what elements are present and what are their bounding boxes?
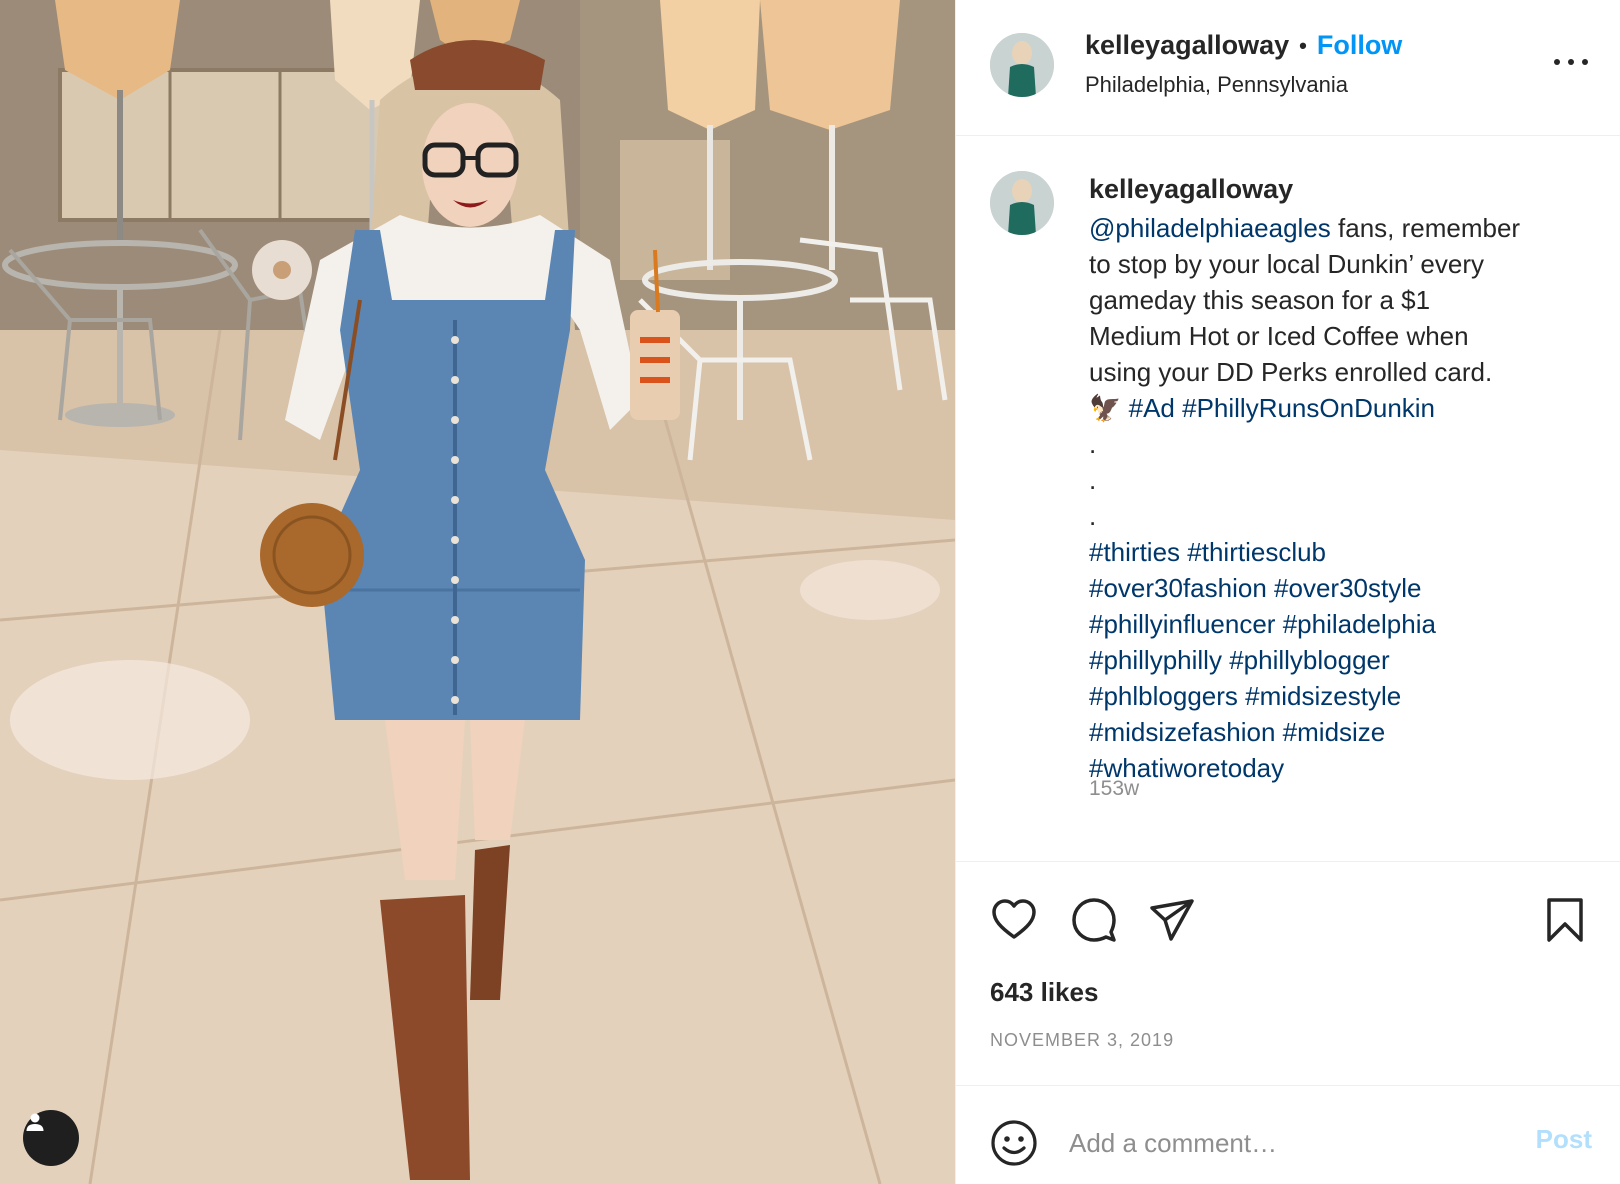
follow-button[interactable]: Follow: [1317, 30, 1402, 61]
caption-dot: .: [1089, 465, 1097, 495]
header-separator: •: [1299, 32, 1307, 58]
hashtag-link[interactable]: #over30fashion: [1089, 573, 1267, 603]
action-bar: 643 likes NOVEMBER 3, 2019: [956, 862, 1620, 1086]
bookmark-icon: [1547, 898, 1583, 942]
hashtag-link[interactable]: #phillyphilly: [1089, 645, 1222, 675]
post-header: kelleyagalloway • Follow Philadelphia, P…: [956, 0, 1620, 136]
hashtag-link[interactable]: #over30style: [1274, 573, 1421, 603]
caption-line: gameday this season for a $1: [1089, 285, 1431, 315]
caption-line: Medium Hot or Iced Coffee when: [1089, 321, 1469, 351]
like-button[interactable]: [990, 896, 1038, 944]
likes-count[interactable]: 643 likes: [990, 977, 1098, 1008]
caption-dot: .: [1089, 501, 1097, 531]
caption-avatar[interactable]: [990, 171, 1054, 235]
post-photo[interactable]: [0, 0, 955, 1184]
post-comment-button[interactable]: Post: [1536, 1124, 1592, 1155]
mention-link[interactable]: @philadelphiaeagles: [1089, 213, 1331, 243]
hashtag-link[interactable]: #phillyblogger: [1229, 645, 1389, 675]
hashtag-link[interactable]: #philadelphia: [1283, 609, 1436, 639]
caption-area: kelleyagalloway @philadelphiaeagles fans…: [956, 136, 1620, 862]
hashtag-link[interactable]: #phillyinfluencer: [1089, 609, 1275, 639]
share-icon: [1150, 899, 1194, 941]
hashtag-link[interactable]: #thirties: [1089, 537, 1180, 567]
hashtag-link[interactable]: #midsizestyle: [1245, 681, 1401, 711]
hashtag-link[interactable]: #midsize: [1283, 717, 1386, 747]
caption-username[interactable]: kelleyagalloway: [1089, 174, 1293, 205]
emoji-button[interactable]: [990, 1119, 1038, 1167]
more-icon: [1554, 59, 1560, 65]
caption-text: @philadelphiaeagles fans, remember to st…: [1089, 210, 1579, 786]
author-username[interactable]: kelleyagalloway: [1085, 30, 1289, 61]
caption-line: fans, remember: [1330, 213, 1521, 243]
post-location[interactable]: Philadelphia, Pennsylvania: [1085, 72, 1348, 98]
hashtag-link[interactable]: #midsizefashion: [1089, 717, 1275, 747]
share-button[interactable]: [1148, 896, 1196, 944]
hashtag-link[interactable]: #thirtiesclub: [1187, 537, 1326, 567]
author-avatar[interactable]: [990, 33, 1054, 97]
post-dialog: kelleyagalloway • Follow Philadelphia, P…: [0, 0, 1620, 1184]
caption-line: to stop by your local Dunkin’ every: [1089, 249, 1485, 279]
eagle-emoji: 🦅: [1089, 393, 1122, 423]
caption-line: using your DD Perks enrolled card.: [1089, 357, 1493, 387]
more-options-button[interactable]: [1554, 52, 1588, 72]
more-icon-dot: [1582, 59, 1588, 65]
post-date: NOVEMBER 3, 2019: [990, 1030, 1175, 1050]
caption-timestamp[interactable]: 153w: [1089, 777, 1139, 801]
hashtag-link[interactable]: #phlbloggers: [1089, 681, 1238, 711]
more-icon-dot: [1568, 59, 1574, 65]
avatar-image: [990, 171, 1054, 235]
user-tag-button[interactable]: [23, 1110, 79, 1166]
heart-icon: [992, 899, 1036, 939]
photo-illustration: [0, 0, 955, 1184]
save-button[interactable]: [1541, 896, 1589, 944]
comment-bar: Post: [956, 1086, 1620, 1184]
caption-dot: .: [1089, 429, 1097, 459]
comment-button[interactable]: [1070, 896, 1118, 944]
hashtag-link[interactable]: #PhillyRunsOnDunkin: [1182, 393, 1435, 423]
user-tag-icon: [26, 1113, 44, 1131]
comment-icon: [1072, 898, 1116, 942]
comment-input[interactable]: [1067, 1116, 1501, 1170]
hashtag-link[interactable]: #Ad: [1129, 393, 1175, 423]
emoji-icon: [991, 1120, 1037, 1166]
post-sidebar: kelleyagalloway • Follow Philadelphia, P…: [955, 0, 1620, 1184]
avatar-image: [990, 33, 1054, 97]
